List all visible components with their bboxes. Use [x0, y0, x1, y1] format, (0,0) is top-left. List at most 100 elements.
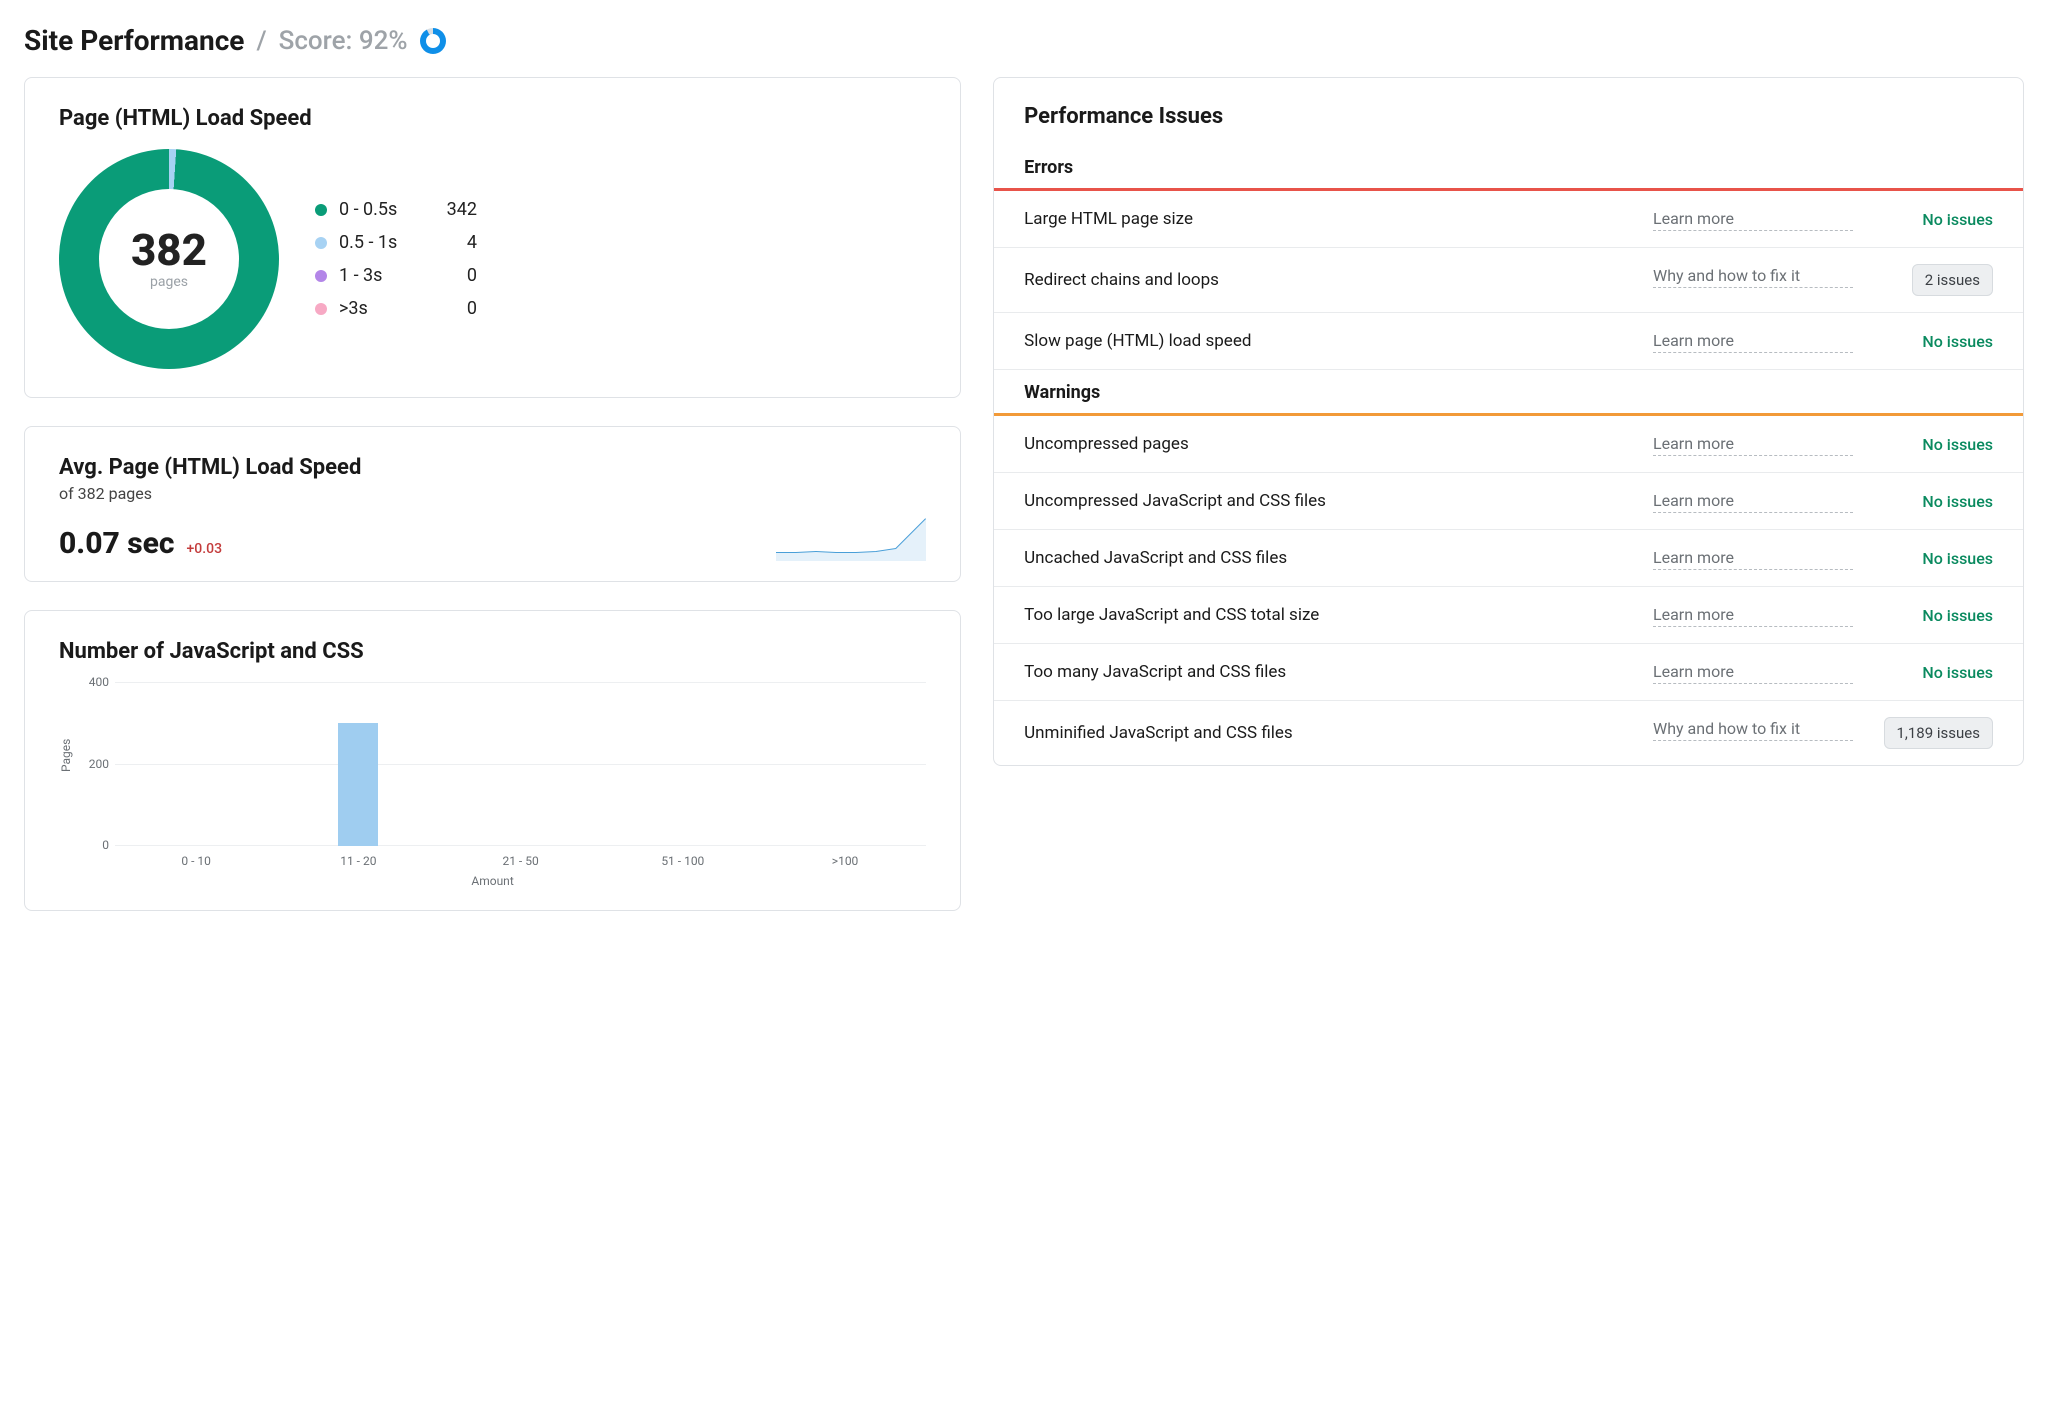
issue-status: No issues — [1873, 210, 1993, 229]
issue-row: Redirect chains and loopsWhy and how to … — [994, 248, 2023, 313]
page-score: / Score: 92% — [256, 26, 445, 56]
issue-status: No issues — [1873, 332, 1993, 351]
issue-learn-more-link[interactable]: Learn more — [1653, 209, 1853, 231]
score-donut-icon — [420, 28, 446, 54]
score-text: Score: 92% — [279, 26, 408, 56]
issue-status: No issues — [1873, 663, 1993, 682]
issue-learn-more-link[interactable]: Learn more — [1653, 662, 1853, 684]
legend-label: >3s — [339, 298, 425, 319]
issue-learn-more-link[interactable]: Why and how to fix it — [1653, 719, 1853, 741]
bar-column — [602, 682, 764, 846]
issue-learn-more-link[interactable]: Learn more — [1653, 548, 1853, 570]
donut-wrap: 382 pages 0 - 0.5s3420.5 - 1s41 - 3s0>3s… — [59, 149, 926, 369]
avg-row: 0.07 sec +0.03 — [59, 511, 926, 561]
card-title: Number of JavaScript and CSS — [59, 639, 926, 664]
issue-status: No issues — [1873, 549, 1993, 568]
bar-columns — [115, 682, 926, 846]
section-header-errors: Errors — [994, 145, 2023, 191]
issue-learn-more-link[interactable]: Learn more — [1653, 331, 1853, 353]
legend-dot-icon — [315, 204, 327, 216]
legend-label: 0.5 - 1s — [339, 232, 425, 253]
bar-column — [115, 682, 277, 846]
issue-status: No issues — [1873, 492, 1993, 511]
no-issues-label: No issues — [1922, 606, 1993, 625]
donut-sublabel: pages — [131, 274, 207, 290]
issue-learn-more-link[interactable]: Learn more — [1653, 434, 1853, 456]
legend-dot-icon — [315, 270, 327, 282]
legend-label: 0 - 0.5s — [339, 199, 425, 220]
no-issues-label: No issues — [1922, 492, 1993, 511]
issue-name: Uncached JavaScript and CSS files — [1024, 548, 1633, 568]
no-issues-label: No issues — [1922, 549, 1993, 568]
issue-status: 2 issues — [1873, 264, 1993, 296]
score-slash: / — [256, 26, 266, 56]
card-avg-speed: Avg. Page (HTML) Load Speed of 382 pages… — [24, 426, 961, 582]
card-js-css: Number of JavaScript and CSS Pages 40020… — [24, 610, 961, 911]
donut-legend: 0 - 0.5s342 0.5 - 1s 4 1 - 3s 0 >3s 0 — [315, 199, 477, 319]
page-header: Site Performance / Score: 92% — [24, 24, 2024, 57]
issue-count-badge[interactable]: 2 issues — [1912, 264, 1993, 296]
xtick-label: 0 - 10 — [115, 854, 277, 868]
bar-chart: Pages 4002000 0 - 1011 - 2021 - 5051 - 1… — [59, 682, 926, 882]
bar-xaxis: 0 - 1011 - 2021 - 5051 - 100>100 — [115, 854, 926, 868]
legend-dot-icon — [315, 303, 327, 315]
legend-label: 1 - 3s — [339, 265, 425, 286]
avg-delta: +0.03 — [187, 541, 223, 557]
issue-learn-more-link[interactable]: Learn more — [1653, 491, 1853, 513]
legend-row: 1 - 3s 0 — [315, 265, 477, 286]
ytick-label: 200 — [69, 757, 109, 771]
legend-dot-icon — [315, 237, 327, 249]
legend-row: 0 - 0.5s342 — [315, 199, 477, 220]
legend-row: 0.5 - 1s 4 — [315, 232, 477, 253]
issue-row: Uncompressed JavaScript and CSS files Lea… — [994, 473, 2023, 530]
issue-row: Slow page (HTML) load speed Learn more No … — [994, 313, 2023, 370]
avg-values: 0.07 sec +0.03 — [59, 526, 222, 561]
no-issues-label: No issues — [1922, 663, 1993, 682]
section-header-warnings: Warnings — [994, 370, 2023, 416]
legend-value: 0 — [437, 298, 477, 319]
card-load-speed: Page (HTML) Load Speed 382 pages 0 - 0.5… — [24, 77, 961, 398]
xtick-label: >100 — [764, 854, 926, 868]
legend-row: >3s 0 — [315, 298, 477, 319]
issue-learn-more-link[interactable]: Why and how to fix it — [1653, 266, 1853, 288]
issues-body: ErrorsLarge HTML page sizeLearn moreNo i… — [994, 145, 2023, 765]
issue-row: Uncompressed pages Learn more No issues — [994, 416, 2023, 473]
issue-status: No issues — [1873, 435, 1993, 454]
page-title: Site Performance — [24, 24, 244, 57]
legend-value: 0 — [437, 265, 477, 286]
issue-status: 1,189 issues — [1873, 717, 1993, 749]
issue-name: Uncompressed pages — [1024, 434, 1633, 454]
xtick-label: 21 - 50 — [439, 854, 601, 868]
donut-value: 382 — [131, 228, 207, 272]
card-title: Page (HTML) Load Speed — [59, 106, 926, 131]
avg-sparkline — [776, 511, 926, 561]
ytick-label: 400 — [69, 675, 109, 689]
bar-column — [764, 682, 926, 846]
donut-center: 382 pages — [131, 228, 207, 290]
bar — [338, 723, 378, 846]
issue-count-badge[interactable]: 1,189 issues — [1884, 717, 1994, 749]
issue-learn-more-link[interactable]: Learn more — [1653, 605, 1853, 627]
card-performance-issues: Performance Issues ErrorsLarge HTML page… — [993, 77, 2024, 766]
dashboard-layout: Page (HTML) Load Speed 382 pages 0 - 0.5… — [24, 77, 2024, 911]
no-issues-label: No issues — [1922, 210, 1993, 229]
bar-xlabel: Amount — [59, 874, 926, 888]
issue-name: Too many JavaScript and CSS files — [1024, 662, 1633, 682]
issue-name: Slow page (HTML) load speed — [1024, 331, 1633, 351]
issue-status: No issues — [1873, 606, 1993, 625]
avg-value: 0.07 sec — [59, 526, 175, 561]
issue-row: Uncached JavaScript and CSS files Learn m… — [994, 530, 2023, 587]
donut-chart: 382 pages — [59, 149, 279, 369]
no-issues-label: No issues — [1922, 332, 1993, 351]
issues-title: Performance Issues — [994, 78, 2023, 145]
xtick-label: 51 - 100 — [602, 854, 764, 868]
xtick-label: 11 - 20 — [277, 854, 439, 868]
bar-column — [277, 682, 439, 846]
left-column: Page (HTML) Load Speed 382 pages 0 - 0.5… — [24, 77, 961, 911]
issue-name: Uncompressed JavaScript and CSS files — [1024, 491, 1633, 511]
legend-value: 4 — [437, 232, 477, 253]
issue-row: Large HTML page sizeLearn moreNo issues — [994, 191, 2023, 248]
bar-column — [439, 682, 601, 846]
issue-row: Too large JavaScript and CSS total sizeL… — [994, 587, 2023, 644]
issue-row: Too many JavaScript and CSS files Learn m… — [994, 644, 2023, 701]
